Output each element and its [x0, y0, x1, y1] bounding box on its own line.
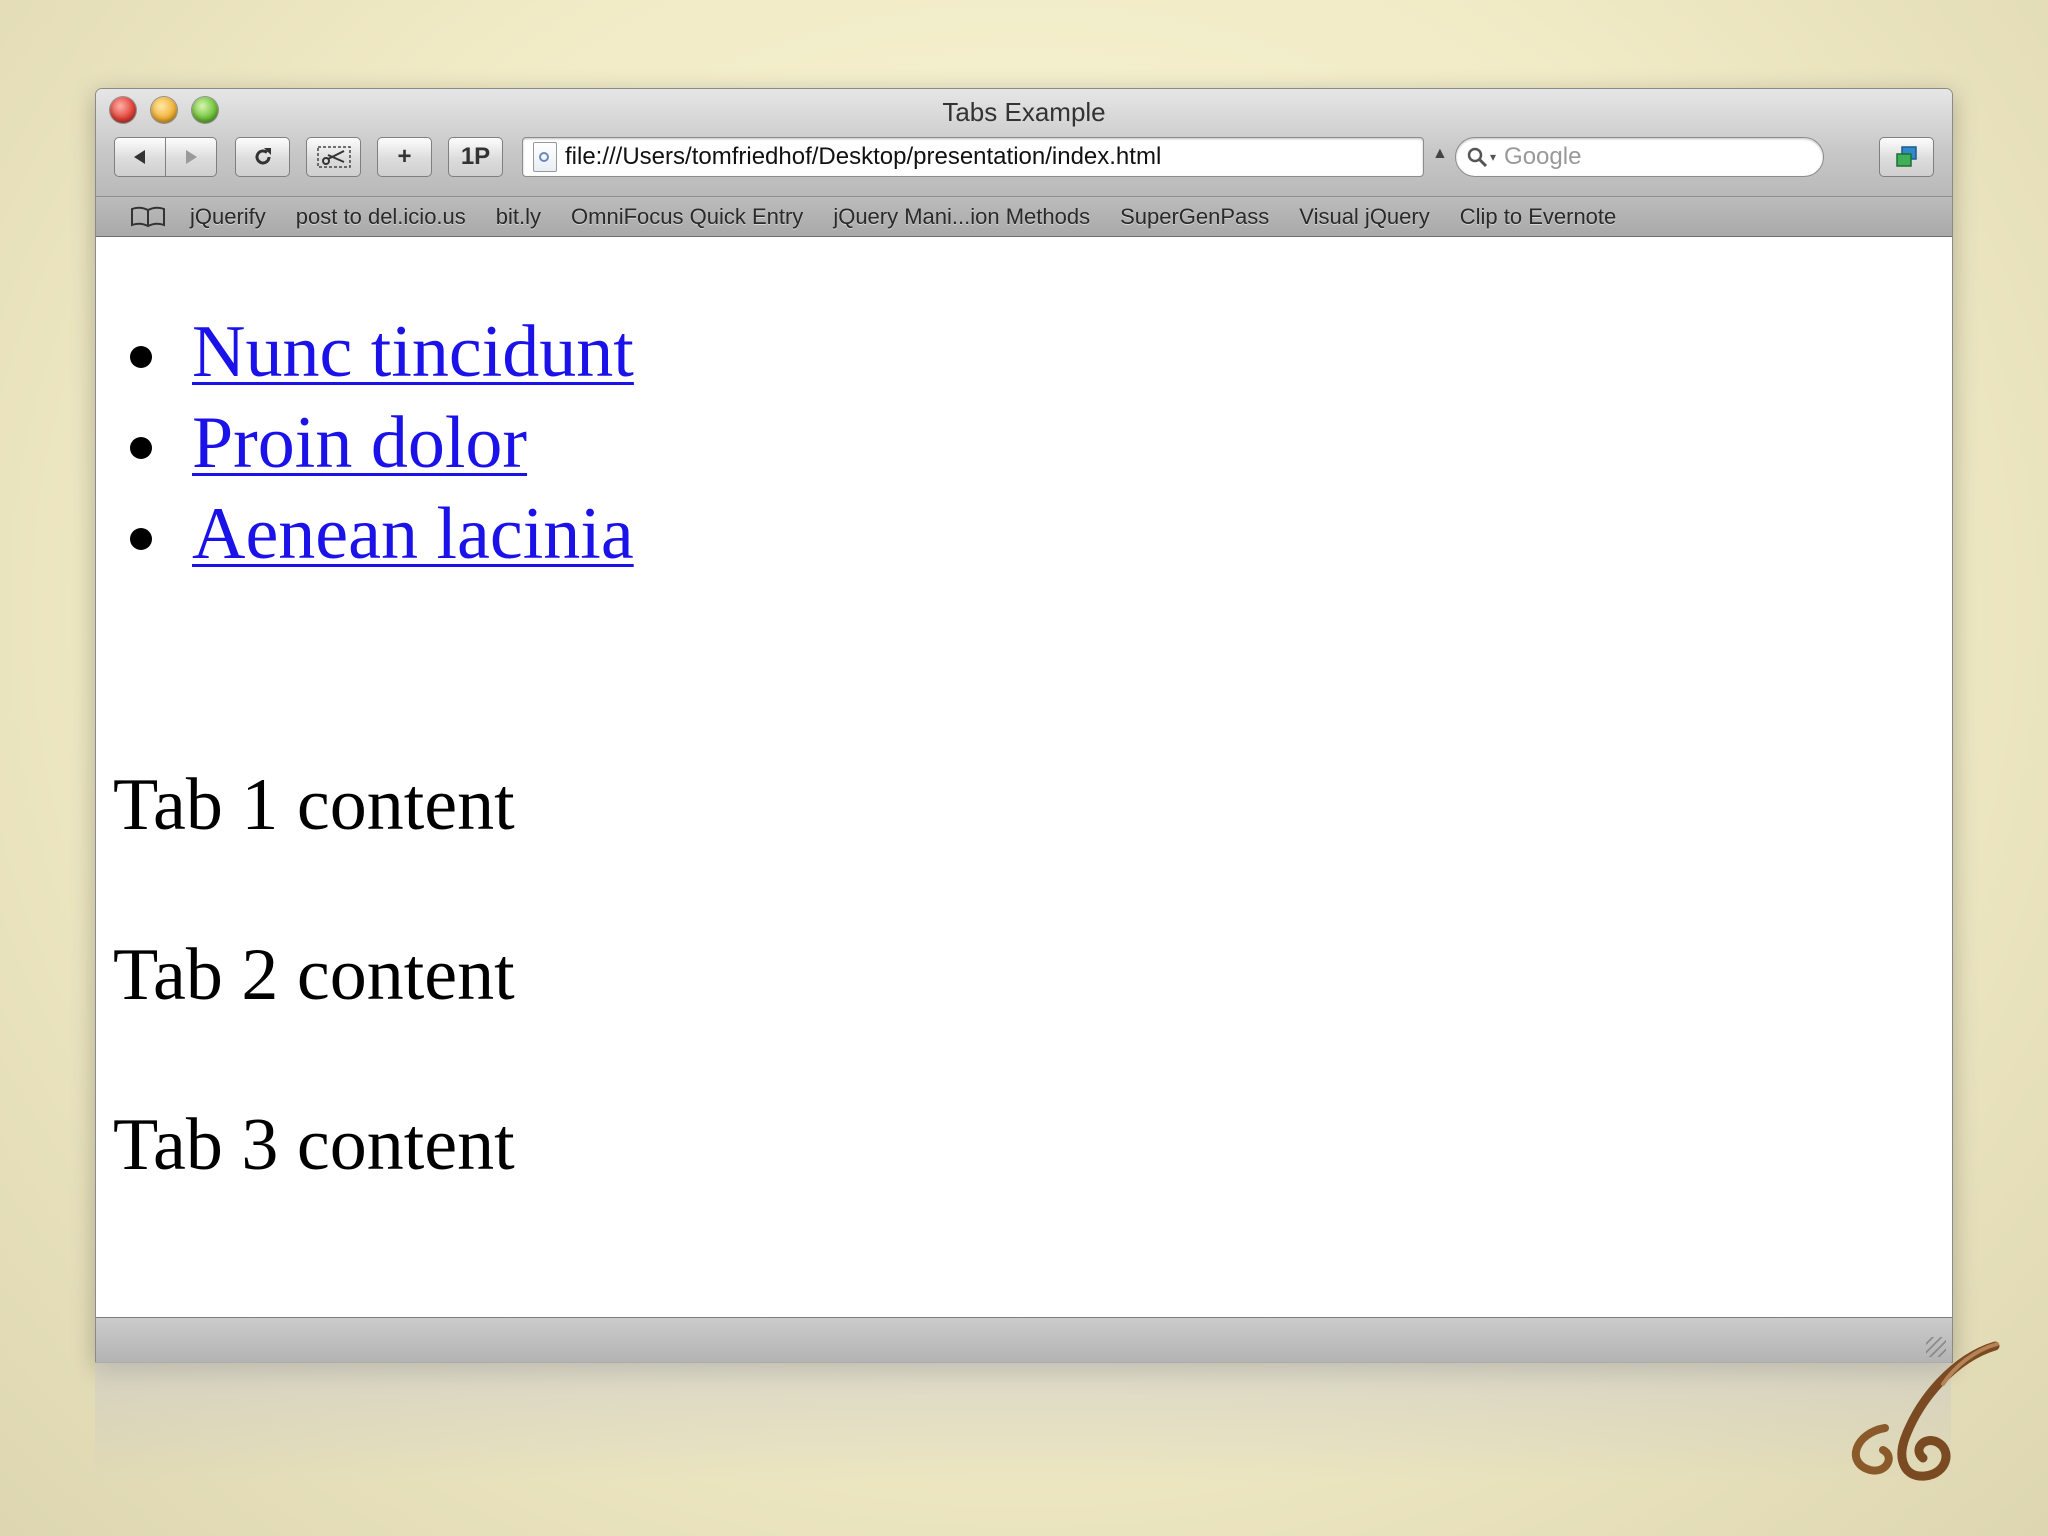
bookmark-jquerify[interactable]: jQuerify — [190, 204, 266, 230]
window-title: Tabs Example — [942, 97, 1106, 127]
tab-item: Nunc tincidunt — [96, 307, 634, 398]
tab-link-3[interactable]: Aenean lacinia — [192, 493, 634, 575]
tab-link-1[interactable]: Nunc tincidunt — [192, 311, 634, 393]
bookmark-supergenpass[interactable]: SuperGenPass — [1120, 204, 1269, 230]
bookmark-evernote[interactable]: Clip to Evernote — [1460, 204, 1617, 230]
add-bookmark-button[interactable]: + — [377, 137, 432, 177]
snippet-button[interactable] — [306, 137, 361, 177]
bookmark-jquery-manipulation[interactable]: jQuery Mani...ion Methods — [833, 204, 1090, 230]
window-reflection — [95, 1362, 1951, 1482]
scissors-icon — [316, 146, 351, 168]
tab-item: Aenean lacinia — [96, 489, 634, 580]
address-dropdown-icon[interactable]: ▲ — [1432, 145, 1448, 163]
browser-toolbar: Tabs Example + 1P file:///Users/tomfried… — [96, 89, 1952, 197]
forward-arrow-icon — [186, 150, 197, 164]
browser-window: Tabs Example + 1P file:///Users/tomfried… — [95, 88, 1953, 1363]
swirl-logo — [1851, 1341, 2000, 1481]
tab-panel-1: Tab 1 content — [113, 764, 515, 846]
tab-link-2[interactable]: Proin dolor — [192, 402, 527, 484]
address-bar[interactable]: file:///Users/tomfriedhof/Desktop/presen… — [522, 137, 1424, 177]
bookmark-visual-jquery[interactable]: Visual jQuery — [1299, 204, 1429, 230]
address-bar-url: file:///Users/tomfriedhof/Desktop/presen… — [565, 143, 1162, 170]
expand-window-button[interactable] — [1879, 137, 1934, 177]
bookmark-bitly[interactable]: bit.ly — [496, 204, 541, 230]
windows-icon — [1895, 146, 1917, 167]
onepassword-button[interactable]: 1P — [448, 137, 503, 177]
page-content: Nunc tincidunt Proin dolor Aenean lacini… — [96, 237, 1952, 1317]
bookmark-delicious[interactable]: post to del.icio.us — [296, 204, 466, 230]
tab-panel-2: Tab 2 content — [113, 934, 515, 1016]
bookmarks-bar: jQuerify post to del.icio.us bit.ly Omni… — [96, 197, 1952, 237]
status-bar — [96, 1317, 1952, 1362]
reload-icon — [255, 148, 271, 165]
back-button[interactable] — [114, 137, 166, 177]
search-placeholder: Google — [1504, 143, 1582, 170]
search-field[interactable]: ▾ Google — [1455, 137, 1824, 177]
back-arrow-icon — [134, 150, 145, 164]
bookmarks-book-icon[interactable] — [130, 206, 166, 228]
search-icon: ▾ — [1466, 146, 1496, 168]
forward-button[interactable] — [165, 137, 217, 177]
tabs-list: Nunc tincidunt Proin dolor Aenean lacini… — [96, 307, 634, 580]
tab-item: Proin dolor — [96, 398, 634, 489]
file-page-icon — [533, 142, 557, 172]
bookmark-omnifocus[interactable]: OmniFocus Quick Entry — [571, 204, 803, 230]
reload-button[interactable] — [235, 137, 290, 177]
tab-panel-3: Tab 3 content — [113, 1104, 515, 1186]
